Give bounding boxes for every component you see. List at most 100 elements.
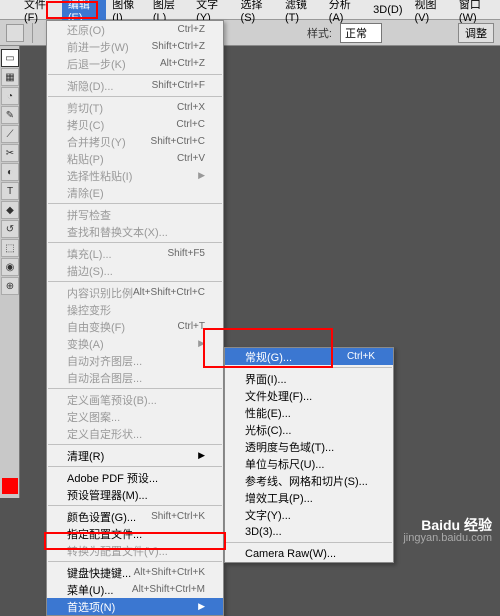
menu-shortcut: Shift+Ctrl+Z: [152, 41, 205, 52]
menu-item: 自动对齐图层...: [47, 352, 223, 369]
menu-item: 合并拷贝(Y)Shift+Ctrl+C: [47, 133, 223, 150]
menu-shortcut: Ctrl+K: [347, 351, 375, 362]
tool-preset-icon[interactable]: [6, 24, 24, 42]
style-select[interactable]: 正常: [340, 23, 382, 43]
edit-menu-dropdown: 还原(O)Ctrl+Z前进一步(W)Shift+Ctrl+Z后退一步(K)Alt…: [46, 20, 224, 616]
menu-item-label: 3D(3)...: [245, 526, 282, 538]
menu-item[interactable]: 预设管理器(M)...: [47, 486, 223, 503]
adjust-button[interactable]: 调整: [458, 23, 494, 43]
lasso-tool[interactable]: ◔: [1, 87, 19, 105]
menu-item: 填充(L)...Shift+F5: [47, 245, 223, 262]
menu-item: 前进一步(W) Shift+Ctrl+Z: [47, 38, 223, 55]
menu-shortcut: Alt+Shift+Ctrl+K: [134, 567, 205, 578]
menu-3d[interactable]: 3D(D): [367, 2, 408, 18]
rotate-tool[interactable]: ↺: [1, 220, 19, 238]
submenu-arrow-icon: ▶: [198, 601, 205, 612]
menu-item[interactable]: Adobe PDF 预设...: [47, 469, 223, 486]
zoom-tool[interactable]: ⊕: [1, 277, 19, 295]
menu-item[interactable]: 3D(3)...: [225, 523, 393, 540]
menu-item: 拷贝(C)Ctrl+C: [47, 116, 223, 133]
menu-item[interactable]: 单位与标尺(U)...: [225, 455, 393, 472]
menu-view[interactable]: 视图(V): [409, 0, 453, 26]
menu-item-label: 拼写检查: [67, 207, 111, 223]
menu-shortcut: Ctrl+T: [178, 321, 206, 332]
watermark-logo: Baidu 经验: [403, 519, 492, 532]
menu-item-label: 前进一步(W): [67, 39, 129, 55]
menu-shortcut: Alt+Ctrl+Z: [160, 58, 205, 69]
menu-item-label: Camera Raw(W)...: [245, 548, 336, 560]
slice-tool[interactable]: ✂: [1, 144, 19, 162]
pen-tool[interactable]: ◆: [1, 201, 19, 219]
menu-item[interactable]: 文件处理(F)...: [225, 387, 393, 404]
menu-item-label: 查找和替换文本(X)...: [67, 224, 168, 240]
menu-separator: [48, 281, 222, 282]
shape-tool[interactable]: ⬚: [1, 239, 19, 257]
menu-item: 描边(S)...: [47, 262, 223, 279]
menu-item-label: 清理(R): [67, 448, 104, 464]
menu-filter[interactable]: 滤镜(T): [279, 0, 323, 26]
foreground-swatch[interactable]: [2, 478, 18, 494]
menu-shortcut: Ctrl+V: [177, 153, 205, 164]
menu-item-label: 自由变换(F): [67, 319, 125, 335]
menu-item-label: 预设管理器(M)...: [67, 487, 148, 503]
menu-separator: [48, 96, 222, 97]
menu-item[interactable]: 菜单(U)... Alt+Shift+Ctrl+M: [47, 581, 223, 598]
menu-item[interactable]: 参考线、网格和切片(S)...: [225, 472, 393, 489]
menu-item: 拼写检查: [47, 206, 223, 223]
menu-item[interactable]: 透明度与色域(T)...: [225, 438, 393, 455]
menu-item[interactable]: 增效工具(P)...: [225, 489, 393, 506]
menu-separator: [48, 561, 222, 562]
menu-item[interactable]: Camera Raw(W)...: [225, 545, 393, 562]
menu-item-label: 单位与标尺(U)...: [245, 456, 324, 472]
menu-separator: [48, 388, 222, 389]
menu-item: 定义画笔预设(B)...: [47, 391, 223, 408]
menu-item-label: 定义画笔预设(B)...: [67, 392, 157, 408]
menu-item[interactable]: 文字(Y)...: [225, 506, 393, 523]
menu-item[interactable]: 颜色设置(G)...Shift+Ctrl+K: [47, 508, 223, 525]
menu-item-label: 界面(I)...: [245, 371, 287, 387]
menu-item[interactable]: 界面(I)...: [225, 370, 393, 387]
menu-separator: [48, 242, 222, 243]
menu-shortcut: Alt+Shift+Ctrl+M: [132, 584, 205, 595]
menu-item[interactable]: 指定配置文件...: [47, 525, 223, 542]
menu-item-label: 透明度与色域(T)...: [245, 439, 334, 455]
menu-item: 自由变换(F) Ctrl+T: [47, 318, 223, 335]
menu-item-label: 变换(A): [67, 336, 104, 352]
menu-shortcut: Ctrl+C: [176, 119, 205, 130]
menu-item-label: 定义图案...: [67, 409, 120, 425]
menu-item-label: 首选项(N): [67, 599, 115, 615]
menu-item: 内容识别比例Alt+Shift+Ctrl+C: [47, 284, 223, 301]
menu-separator: [48, 74, 222, 75]
menu-item-label: 菜单(U)...: [67, 582, 113, 598]
menu-item-label: 文字(Y)...: [245, 507, 291, 523]
menu-item[interactable]: 首选项(N) ▶: [47, 598, 223, 615]
menu-item: 查找和替换文本(X)...: [47, 223, 223, 240]
menu-item-label: 后退一步(K): [67, 56, 126, 72]
move-tool[interactable]: ▦: [1, 68, 19, 86]
menu-item-label: 自动对齐图层...: [67, 353, 142, 369]
hand-tool[interactable]: ◉: [1, 258, 19, 276]
menu-item-label: 键盘快捷键...: [67, 565, 131, 581]
menu-item[interactable]: 清理(R)▶: [47, 447, 223, 464]
crop-tool[interactable]: ⟋: [1, 125, 19, 143]
menu-item-label: 颜色设置(G)...: [67, 509, 136, 525]
menu-item-label: 还原(O): [67, 22, 105, 38]
brush-tool[interactable]: ✎: [1, 106, 19, 124]
menu-separator: [226, 367, 392, 368]
menu-item-label: 填充(L)...: [67, 246, 112, 262]
menu-item[interactable]: 光标(C)...: [225, 421, 393, 438]
menu-separator: [48, 466, 222, 467]
menu-item[interactable]: 性能(E)...: [225, 404, 393, 421]
menu-item: 粘贴(P)Ctrl+V: [47, 150, 223, 167]
menu-item[interactable]: 常规(G)...Ctrl+K: [225, 348, 393, 365]
menu-select[interactable]: 选择(S): [235, 0, 279, 26]
menu-item[interactable]: 键盘快捷键...Alt+Shift+Ctrl+K: [47, 564, 223, 581]
menu-item-label: 光标(C)...: [245, 422, 291, 438]
menu-item-label: 清除(E): [67, 185, 104, 201]
menu-item: 选择性粘贴(I)▶: [47, 167, 223, 184]
menu-shortcut: Shift+Ctrl+F: [152, 80, 205, 91]
marquee-tool[interactable]: ▭: [1, 49, 19, 67]
type-tool[interactable]: T: [1, 182, 19, 200]
healing-tool[interactable]: ◐: [1, 163, 19, 181]
menu-separator: [226, 542, 392, 543]
